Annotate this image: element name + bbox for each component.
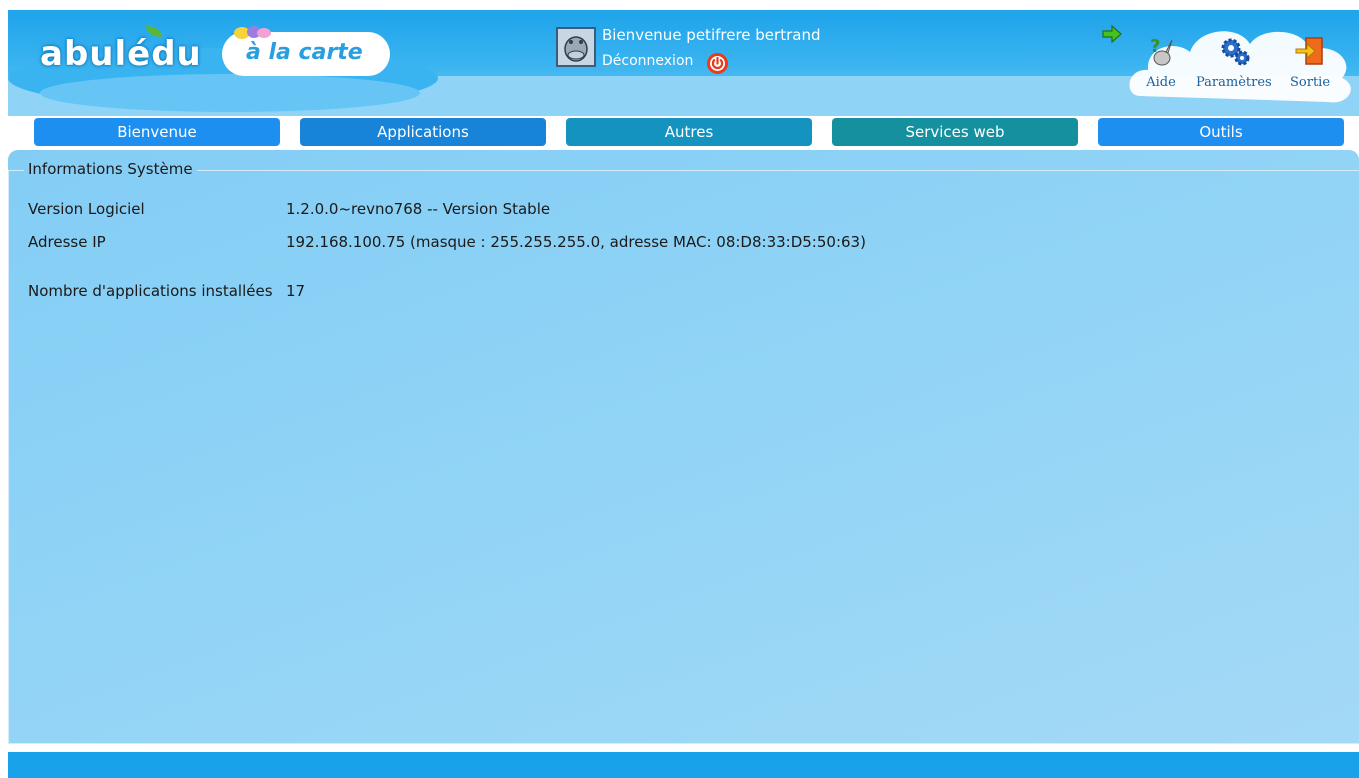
gears-icon	[1221, 38, 1250, 66]
info-label-ip: Adresse IP	[28, 233, 106, 251]
help-button[interactable]: ? Aide	[1144, 34, 1178, 90]
a-la-carte-title: à la carte	[246, 40, 363, 65]
footer-bar	[8, 752, 1359, 778]
settings-label: Paramètres	[1196, 75, 1272, 90]
power-icon[interactable]	[707, 53, 728, 74]
system-info-fieldset	[8, 170, 1359, 744]
rabbit-help-icon: ?	[1150, 36, 1173, 66]
tab-outils[interactable]: Outils	[1098, 118, 1344, 146]
info-label-apps-count: Nombre d'applications installées	[28, 282, 273, 300]
tab-bienvenue[interactable]: Bienvenue	[34, 118, 280, 146]
user-avatar	[556, 27, 596, 67]
exit-button[interactable]: Sortie	[1290, 34, 1330, 90]
door-exit-icon	[1295, 37, 1323, 65]
tab-services-web[interactable]: Services web	[832, 118, 1078, 146]
app-window: abulédu à la carte Bienvenue petifrere b…	[0, 0, 1359, 778]
help-label: Aide	[1146, 75, 1176, 90]
info-value-apps-count: 17	[286, 282, 306, 300]
tab-applications[interactable]: Applications	[300, 118, 546, 146]
abuledu-logo[interactable]: abulédu	[40, 34, 202, 74]
main-nav: Bienvenue Applications Autres Services w…	[34, 118, 1344, 146]
header-cloud	[40, 74, 420, 112]
arrow-right-icon[interactable]	[1100, 22, 1124, 46]
tab-autres[interactable]: Autres	[566, 118, 812, 146]
logout-link[interactable]: Déconnexion	[602, 53, 693, 69]
hippo-icon	[564, 36, 588, 62]
exit-label: Sortie	[1290, 75, 1331, 90]
system-info-legend: Informations Système	[24, 160, 197, 178]
info-value-version: 1.2.0.0~revno768 -- Version Stable	[286, 200, 551, 218]
info-label-version: Version Logiciel	[28, 200, 145, 218]
settings-button[interactable]: Paramètres	[1196, 34, 1272, 90]
welcome-message: Bienvenue petifrere bertrand	[602, 26, 821, 44]
info-value-ip: 192.168.100.75 (masque : 255.255.255.0, …	[286, 233, 866, 251]
